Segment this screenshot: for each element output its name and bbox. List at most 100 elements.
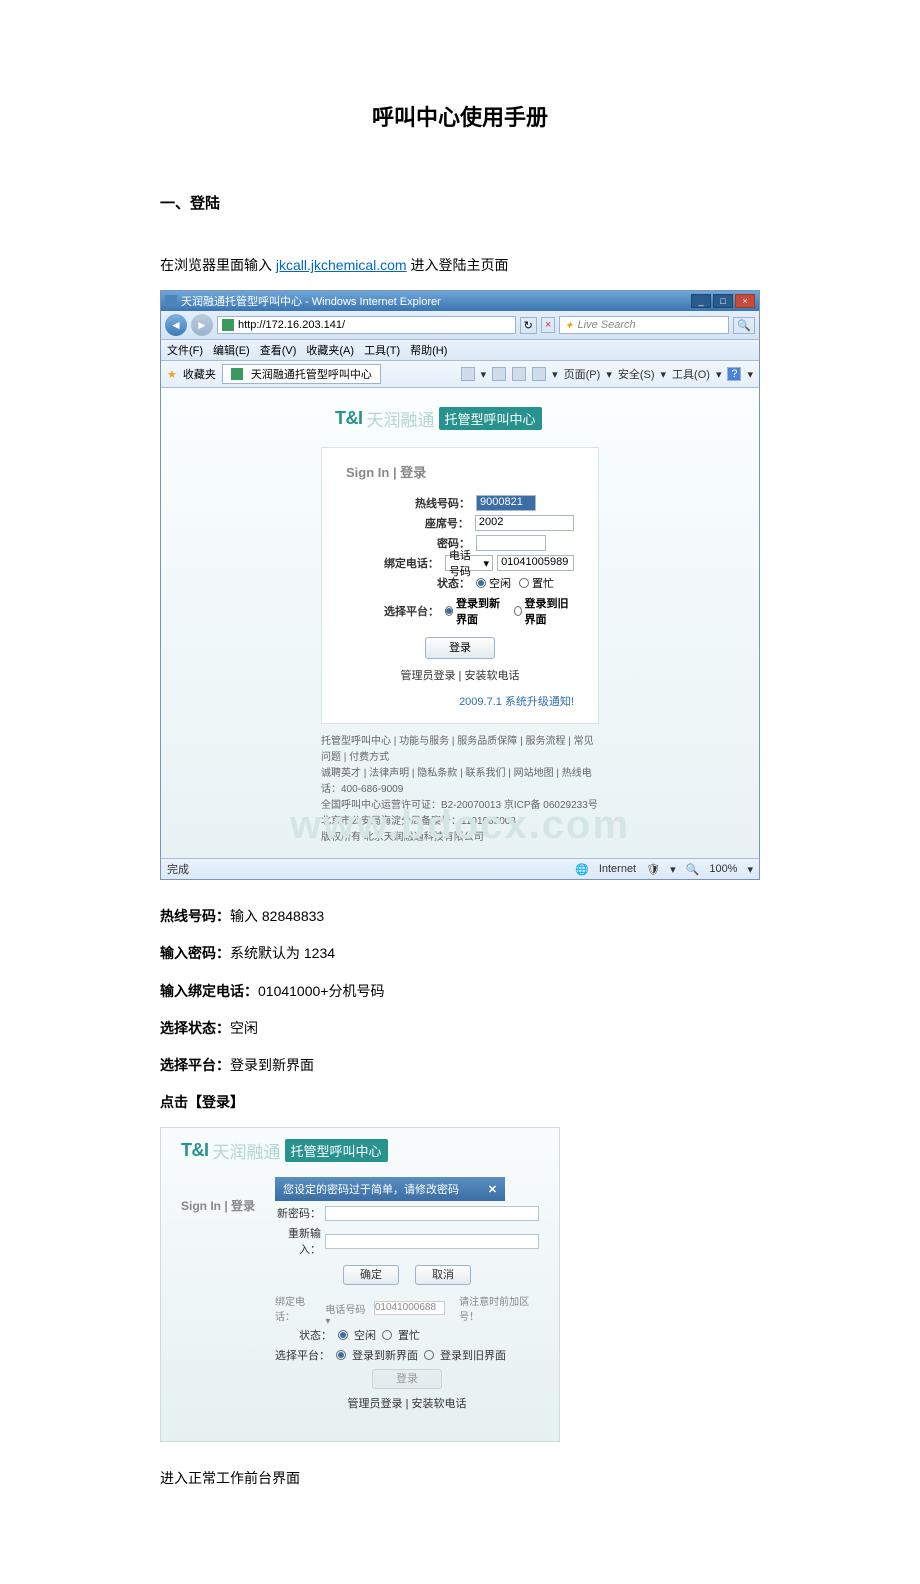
hotline-label: 热线号码： (346, 495, 476, 511)
brand-logo-2: T&I 天润融通 托管型呼叫中心 (181, 1138, 559, 1163)
re-pwd-input[interactable] (325, 1234, 539, 1249)
platform-label: 选择平台： (346, 603, 445, 619)
menu-tools[interactable]: 工具(T) (364, 342, 400, 358)
status-zoom: 100% (709, 863, 737, 875)
state-idle-radio[interactable] (476, 578, 486, 588)
refresh-icon[interactable]: ↻ (520, 317, 537, 334)
tab-favicon (231, 368, 243, 380)
login-button[interactable]: 登录 (425, 637, 495, 659)
section-1-heading: 一、登陆 (160, 192, 760, 213)
instr-hotline-l: 热线号码： (160, 908, 230, 924)
cancel-button[interactable]: 取消 (415, 1265, 471, 1285)
platform-new-radio-2[interactable] (336, 1350, 346, 1360)
address-bar[interactable]: http://172.16.203.141/ (217, 316, 516, 334)
internet-zone-icon: 🌐 (575, 863, 589, 876)
state-busy-radio-2[interactable] (382, 1330, 392, 1340)
aux-links-2[interactable]: 管理员登录 | 安装软电话 (275, 1395, 539, 1411)
dropdown-icon: ▾ (484, 557, 490, 570)
state-idle-text: 空闲 (489, 575, 511, 591)
search-box[interactable]: ✦ Live Search (559, 316, 729, 334)
new-pwd-input[interactable] (325, 1206, 539, 1221)
state-idle-text-2: 空闲 (354, 1327, 376, 1343)
menu-help[interactable]: 帮助(H) (410, 342, 447, 358)
close-button[interactable]: × (735, 294, 755, 308)
menu-edit[interactable]: 编辑(E) (213, 342, 250, 358)
seat-input[interactable]: 2002 (475, 515, 574, 531)
browser-tab[interactable]: 天润融通托管型呼叫中心 (222, 364, 381, 384)
platform-old-radio-2[interactable] (424, 1350, 434, 1360)
logo-cn: 天润融通 (367, 406, 435, 431)
print-icon[interactable] (532, 367, 546, 381)
seat-label: 座席号： (346, 515, 475, 531)
sign-in-heading-2: Sign In | 登录 (181, 1177, 255, 1411)
menu-view[interactable]: 查看(V) (260, 342, 297, 358)
back-button[interactable]: ◄ (165, 314, 187, 336)
menu-bar: 文件(F) 编辑(E) 查看(V) 收藏夹(A) 工具(T) 帮助(H) (161, 340, 759, 361)
state-label-2: 状态： (299, 1327, 332, 1343)
stop-icon[interactable]: × (541, 317, 555, 333)
screenshot-2: T&I 天润融通 托管型呼叫中心 Sign In | 登录 您设定的密码过于简单… (160, 1127, 560, 1442)
favorites-bar: ★ 收藏夹 天润融通托管型呼叫中心 ▾ ▾ 页面(P)▾ 安全(S)▾ 工具(O… (161, 361, 759, 388)
state-busy-text-2: 置忙 (398, 1327, 420, 1343)
notice-link[interactable]: 2009.7.1 系统升级通知! (346, 693, 574, 709)
forward-button[interactable]: ► (191, 314, 213, 336)
browser-screenshot-1: 天润融通托管型呼叫中心 - Windows Internet Explorer … (160, 290, 760, 880)
closing-line: 进入正常工作前台界面 (160, 1466, 760, 1491)
ok-button[interactable]: 确定 (343, 1265, 399, 1285)
platform-old-text-2: 登录到旧界面 (440, 1347, 506, 1363)
platform-new-text-2: 登录到新界面 (352, 1347, 418, 1363)
bind-type-select[interactable]: 电话号码▾ (445, 555, 493, 571)
login-url-link[interactable]: jkcall.jkchemical.com (276, 257, 407, 273)
footer-line-4: 版权所有 北京天润融通科技有限公司 (321, 830, 599, 846)
logo-cn-2: 天润融通 (213, 1138, 281, 1163)
bind-label-2: 绑定电话： (275, 1293, 319, 1323)
window-title: 天润融通托管型呼叫中心 - Windows Internet Explorer (181, 293, 441, 309)
mail-icon[interactable] (512, 367, 526, 381)
cmd-safety[interactable]: 安全(S) (618, 366, 655, 382)
protected-mode-icon: 🛡 (646, 863, 660, 876)
dialog-close-icon[interactable]: ✕ (488, 1183, 497, 1196)
new-pwd-label: 新密码： (275, 1205, 325, 1221)
bind-phone-input-2[interactable]: 01041000688 (374, 1301, 445, 1315)
minimize-button[interactable]: _ (691, 294, 711, 308)
document-title: 呼叫中心使用手册 (160, 100, 760, 132)
help-icon[interactable]: ? (727, 367, 741, 381)
zoom-icon[interactable]: 🔍 (686, 863, 700, 876)
status-bar: 完成 🌐 Internet 🛡▾ 🔍 100%▾ (161, 858, 759, 879)
instr-state-v: 空闲 (230, 1020, 258, 1036)
instr-plat-v: 登录到新界面 (230, 1057, 314, 1073)
sign-in-heading: Sign In | 登录 (346, 462, 574, 481)
instr-pwd-v: 系统默认为 1234 (230, 945, 335, 961)
page-content: T&I 天润融通 托管型呼叫中心 Sign In | 登录 热线号码： 9000… (161, 388, 759, 858)
intro-post: 进入登陆主页面 (407, 257, 509, 273)
password-input[interactable] (476, 535, 546, 551)
menu-file[interactable]: 文件(F) (167, 342, 203, 358)
logo-en-2: T&I (181, 1140, 209, 1161)
state-idle-radio-2[interactable] (338, 1330, 348, 1340)
logo-badge: 托管型呼叫中心 (439, 407, 542, 430)
intro-pre: 在浏览器里面输入 (160, 257, 276, 273)
feeds-icon[interactable] (492, 367, 506, 381)
home-icon[interactable] (461, 367, 475, 381)
logo-en: T&I (335, 408, 363, 429)
maximize-button[interactable]: □ (713, 294, 733, 308)
nav-toolbar: ◄ ► http://172.16.203.141/ ↻ × ✦ Live Se… (161, 311, 759, 340)
footer-line-1: 托管型呼叫中心 | 功能与服务 | 服务品质保障 | 服务流程 | 常见问题 |… (321, 734, 599, 766)
favorites-star-icon[interactable]: ★ (167, 368, 177, 381)
bind-phone-input[interactable]: 01041005989 (497, 555, 574, 571)
re-pwd-label: 重新输入： (275, 1225, 325, 1257)
platform-new-radio[interactable] (445, 606, 453, 616)
menu-favorites[interactable]: 收藏夹(A) (306, 342, 354, 358)
status-done: 完成 (167, 861, 189, 877)
favorites-label[interactable]: 收藏夹 (183, 366, 216, 382)
hotline-input[interactable]: 9000821 (476, 495, 536, 511)
state-busy-radio[interactable] (519, 578, 529, 588)
search-go-icon[interactable]: 🔍 (733, 317, 755, 334)
cmd-tools[interactable]: 工具(O) (672, 366, 710, 382)
bind-type-select-2[interactable]: 电话号码 ▾ (325, 1301, 367, 1315)
platform-old-radio[interactable] (514, 606, 522, 616)
aux-links[interactable]: 管理员登录 | 安装软电话 (346, 667, 574, 683)
tab-title: 天润融通托管型呼叫中心 (251, 366, 372, 382)
instr-bind-v: 01041000+分机号码 (258, 983, 384, 999)
cmd-page[interactable]: 页面(P) (564, 366, 601, 382)
